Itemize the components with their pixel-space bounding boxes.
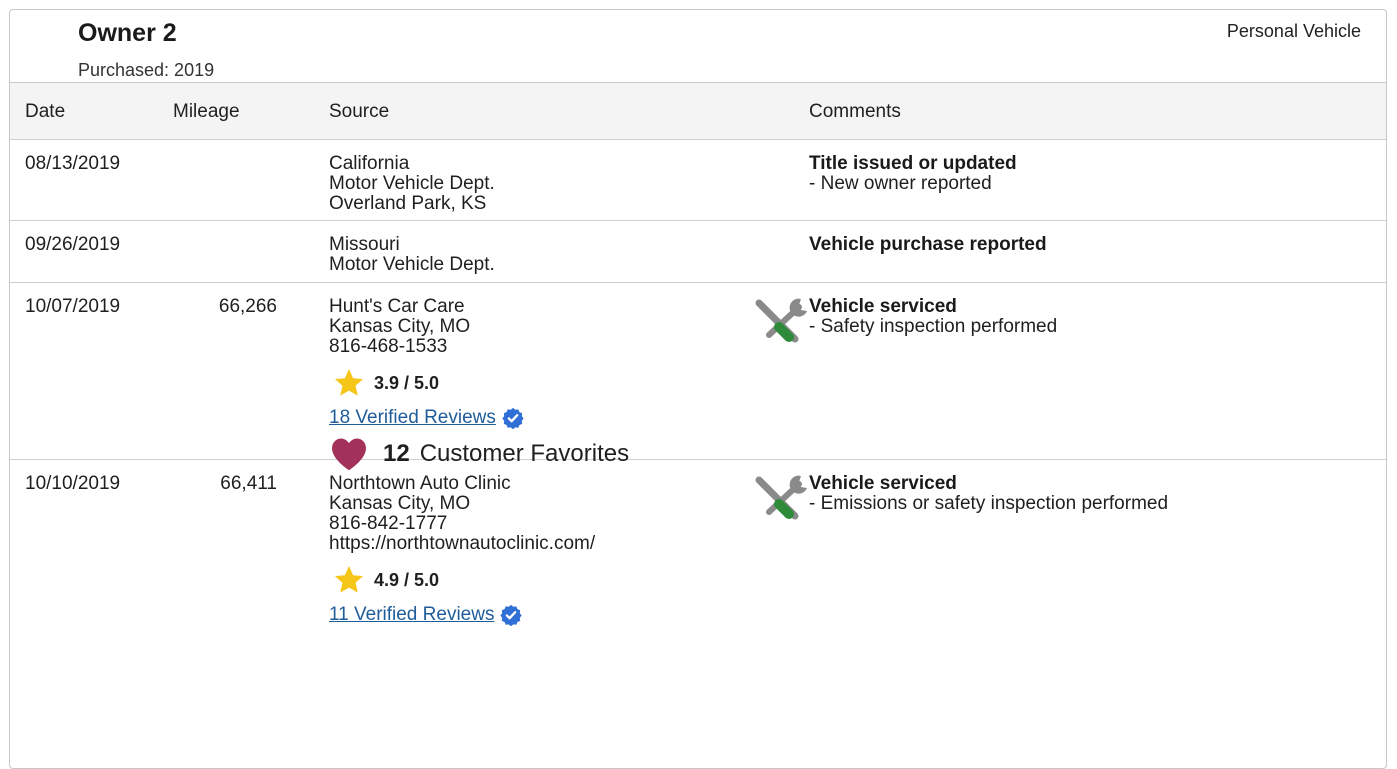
owner-history-card: Owner 2 Purchased: 2019 Personal Vehicle… [9,9,1387,769]
star-icon [335,566,363,593]
row-source: Missouri Motor Vehicle Dept. [329,235,495,275]
source-line: Motor Vehicle Dept. [329,254,495,275]
table-row: 10/10/2019 66,411 Northtown Auto Clinic … [10,460,1386,660]
source-line: California [329,153,410,174]
service-tools-icon [755,298,807,343]
shop-rating: 3.9 / 5.0 [329,367,629,399]
comment-detail: - New owner reported [809,173,992,194]
row-date: 10/07/2019 [25,296,121,317]
shop-phone: 816-468-1533 [329,336,448,357]
row-date: 09/26/2019 [25,234,121,255]
comment-title: Vehicle serviced [809,473,957,494]
shop-website: https://northtownautoclinic.com/ [329,533,596,554]
service-tools-icon [755,475,807,520]
vehicle-use-type: Personal Vehicle [1226,21,1361,41]
verified-badge-icon [502,407,524,429]
row-comments: Title issued or updated - New owner repo… [809,154,1017,194]
row-mileage: 66,266 [218,296,277,317]
rating-value: 4.9 / 5.0 [374,570,440,590]
owner-title: Owner 2 [78,19,177,47]
row-source: Northtown Auto Clinic Kansas City, MO 81… [329,474,595,628]
row-source: Hunt's Car Care Kansas City, MO 816-468-… [329,297,629,471]
shop-location: Kansas City, MO [329,316,471,337]
shop-location: Kansas City, MO [329,493,471,514]
row-comments: Vehicle purchase reported [809,235,1047,255]
column-header-mileage: Mileage [173,101,240,122]
column-header-source: Source [329,101,390,122]
table-row: 09/26/2019 Missouri Motor Vehicle Dept. … [10,221,1386,283]
row-comments: Vehicle serviced - Emissions or safety i… [809,474,1168,514]
shop-rating: 4.9 / 5.0 [329,564,595,596]
comment-title: Title issued or updated [809,153,1017,174]
row-mileage: 66,411 [220,473,277,494]
owner-purchased-year: Purchased: 2019 [78,60,215,80]
source-line: Missouri [329,234,400,255]
verified-reviews-link[interactable]: 11 Verified Reviews [329,605,494,625]
shop-name: Northtown Auto Clinic [329,473,511,494]
comment-title: Vehicle purchase reported [809,234,1047,255]
column-header-comments: Comments [809,101,901,122]
verified-badge-icon [500,604,523,626]
rating-value: 3.9 / 5.0 [374,373,440,393]
verified-reviews-link[interactable]: 18 Verified Reviews [329,408,496,428]
comment-detail: - Safety inspection performed [809,316,1058,337]
comment-title: Vehicle serviced [809,296,957,317]
table-header: Date Mileage Source Comments [10,83,1386,140]
table-row: 08/13/2019 California Motor Vehicle Dept… [10,140,1386,221]
row-comments: Vehicle serviced - Safety inspection per… [809,297,1057,337]
shop-name: Hunt's Car Care [329,296,465,317]
source-line: Motor Vehicle Dept. [329,173,495,194]
star-icon [335,369,363,396]
row-date: 10/10/2019 [25,473,121,494]
column-header-date: Date [25,101,66,122]
comment-detail: - Emissions or safety inspection perform… [809,493,1169,514]
row-source: California Motor Vehicle Dept. Overland … [329,154,495,214]
table-row: 10/07/2019 66,266 Hunt's Car Care Kansas… [10,283,1386,471]
reviews-link-row: 11 Verified Reviews [329,602,595,628]
owner-header: Owner 2 Purchased: 2019 Personal Vehicle [10,10,1386,83]
reviews-link-row: 18 Verified Reviews [329,405,629,431]
shop-phone: 816-842-1777 [329,513,448,534]
row-date: 08/13/2019 [25,153,121,174]
source-line: Overland Park, KS [329,193,487,214]
